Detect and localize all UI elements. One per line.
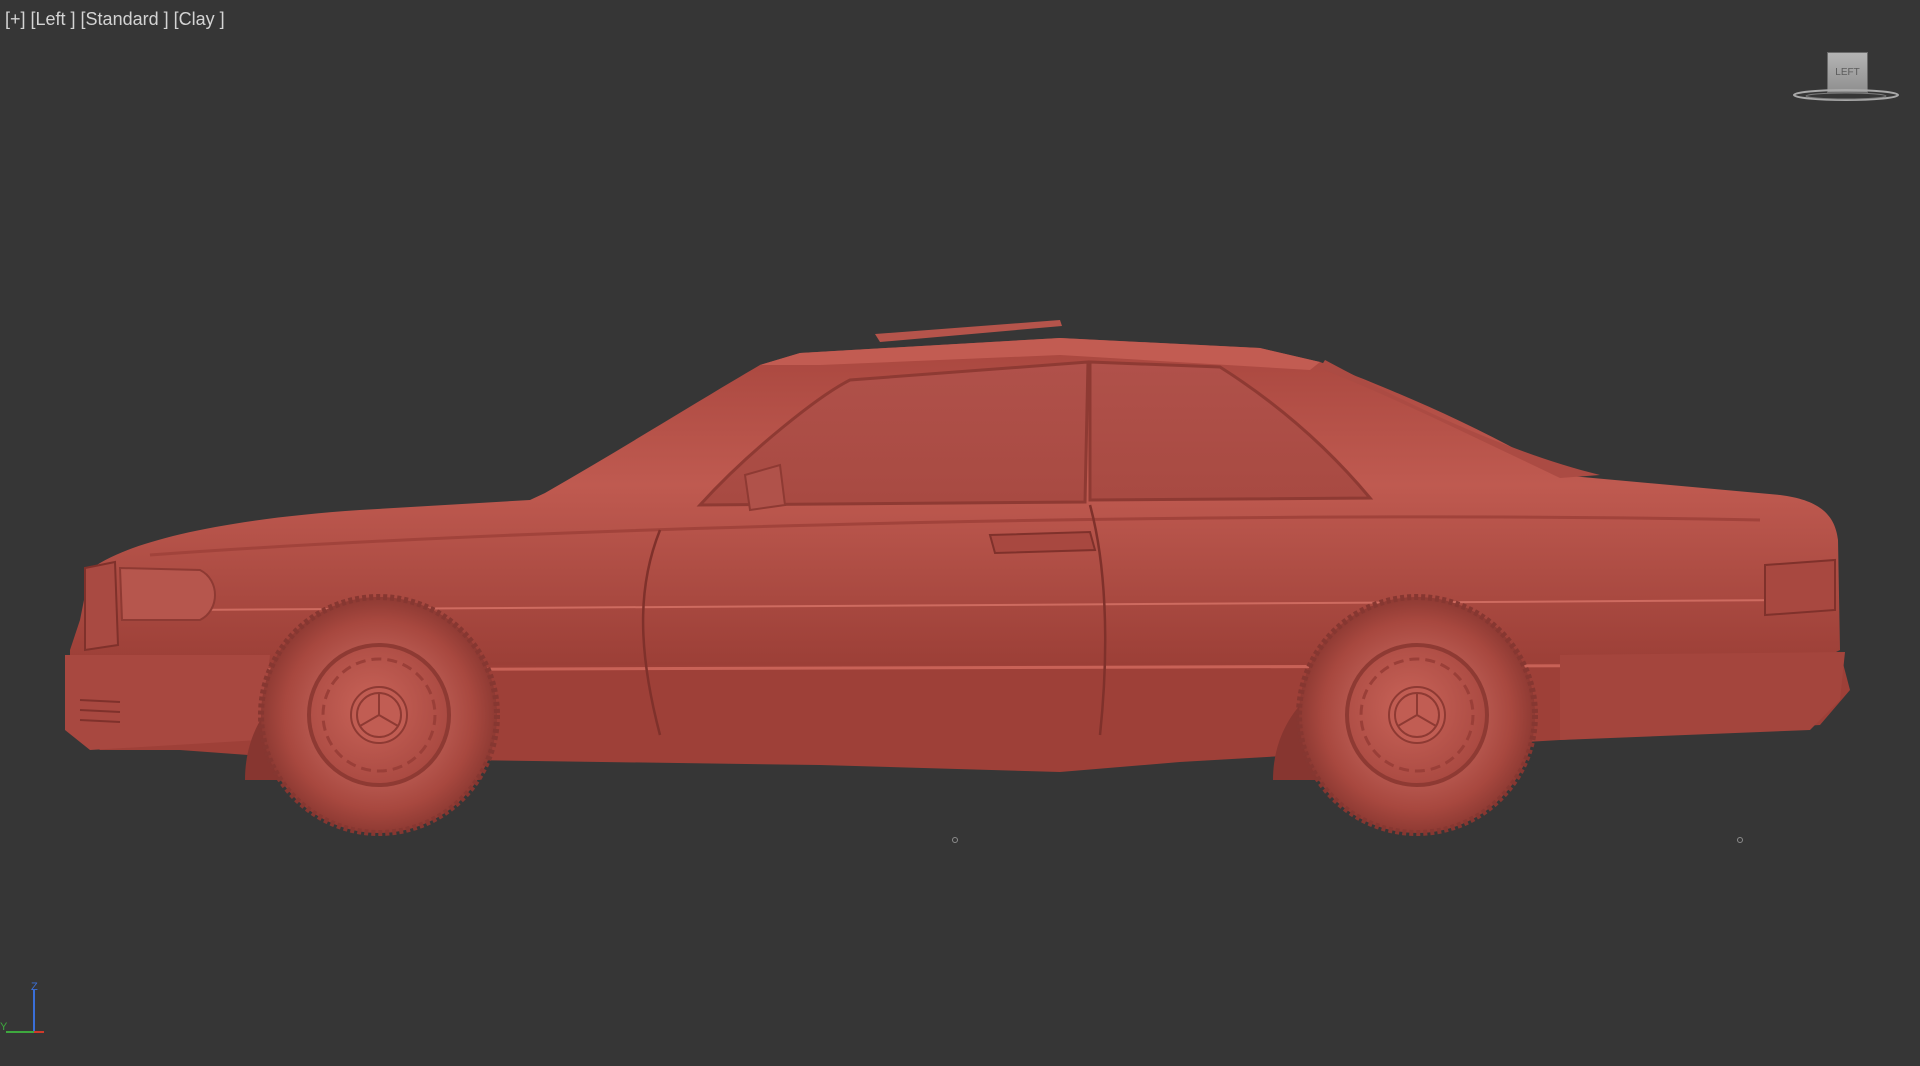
door-handle [988, 530, 1097, 555]
viewport-point-of-view-menu[interactable]: [Left ] [31, 9, 76, 29]
front-grille [84, 560, 120, 652]
pivot-marker [1737, 837, 1743, 843]
viewport-shading-menu[interactable]: [Clay ] [174, 9, 225, 29]
viewport-general-menu[interactable]: [+] [5, 9, 26, 29]
rear-wheel [1296, 594, 1538, 836]
viewport-label-menu: [+] [Left ] [Standard ] [Clay ] [5, 9, 230, 30]
axis-tripod-icon: Z Y [0, 982, 44, 1033]
car-model-mesh[interactable] [60, 310, 1860, 850]
viewport-standard-menu[interactable]: [Standard ] [81, 9, 169, 29]
rear-bumper [1560, 652, 1845, 740]
tail-light [1764, 558, 1836, 617]
headlight [118, 566, 216, 621]
viewcube-compass-ring[interactable] [1792, 87, 1900, 105]
viewcube-icon[interactable]: LEFT [1792, 49, 1900, 105]
front-bumper [65, 655, 270, 750]
svg-text:Y: Y [0, 1021, 8, 1033]
front-wheel [258, 594, 500, 836]
viewport-left[interactable]: [+] [Left ] [Standard ] [Clay ] LEFT Z Y [0, 0, 1920, 1066]
sunroof-deflector [875, 320, 1062, 342]
svg-text:Z: Z [31, 982, 38, 993]
pivot-marker [952, 837, 958, 843]
